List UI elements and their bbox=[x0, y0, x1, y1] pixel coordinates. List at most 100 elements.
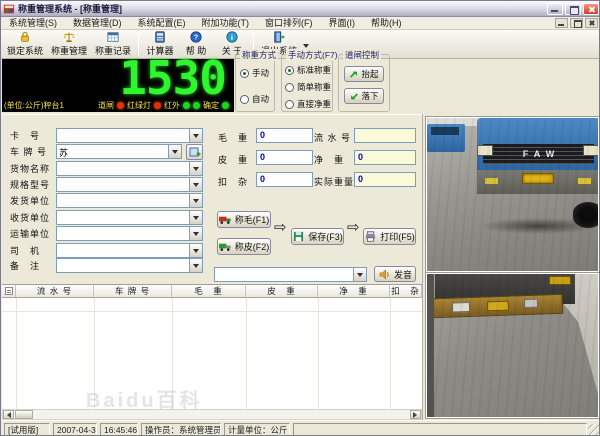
lock-system-button[interactable]: 锁定系统 bbox=[3, 30, 47, 58]
goods-name-combo[interactable] bbox=[56, 161, 203, 176]
tare-weight-label: 皮 重 bbox=[218, 155, 249, 165]
scale-icon bbox=[63, 32, 75, 42]
plate-new-button[interactable] bbox=[186, 143, 203, 160]
transport-unit-combo[interactable] bbox=[56, 226, 203, 241]
driver-combo[interactable] bbox=[56, 243, 203, 258]
goods-name-field: 货物名称 bbox=[10, 161, 203, 176]
tare-weight-input[interactable]: 0 bbox=[256, 150, 313, 165]
column-deduct[interactable]: 扣 杂 bbox=[390, 285, 422, 298]
menu-item-window-arrange[interactable]: 窗口排列(F) bbox=[257, 17, 321, 30]
column-plate-no[interactable]: 车 牌 号 bbox=[94, 285, 172, 298]
mdi-close-button[interactable] bbox=[585, 18, 598, 28]
sender-unit-combo[interactable] bbox=[56, 193, 203, 208]
dropdown-icon[interactable] bbox=[189, 211, 202, 224]
column-gross[interactable]: 毛 重 bbox=[172, 285, 246, 298]
remark-field: 备 注 bbox=[10, 258, 203, 273]
dropdown-icon[interactable] bbox=[353, 268, 366, 281]
mdi-window-controls bbox=[553, 18, 599, 28]
speaker-icon bbox=[379, 268, 389, 280]
background-truck bbox=[427, 124, 465, 152]
dropdown-icon[interactable] bbox=[189, 129, 202, 142]
mdi-minimize-button[interactable] bbox=[555, 18, 568, 28]
scroll-thumb[interactable] bbox=[15, 410, 33, 419]
row-selector-header[interactable] bbox=[2, 285, 16, 298]
close-button[interactable] bbox=[583, 2, 599, 15]
dropdown-icon[interactable] bbox=[189, 162, 202, 175]
scroll-left-button[interactable] bbox=[3, 410, 14, 419]
manual-mode-group: 手动方式(F7) 标准称重 简单称重 直接净重 bbox=[281, 49, 340, 112]
camera-panel: FAW bbox=[422, 114, 599, 420]
resize-grip[interactable] bbox=[588, 424, 599, 435]
serial-no-input[interactable] bbox=[354, 128, 416, 143]
restore-button[interactable] bbox=[565, 2, 581, 15]
radio-direct-net[interactable]: 直接净重 bbox=[285, 98, 331, 110]
status-trial: [试用版] bbox=[4, 423, 50, 435]
weigh-gross-button[interactable]: 称毛(F1) bbox=[217, 211, 271, 228]
lower-arrow-icon bbox=[351, 92, 359, 99]
plate-no-combo[interactable]: 苏 bbox=[56, 144, 182, 159]
column-net[interactable]: 净 重 bbox=[318, 285, 390, 298]
gross-weight-input[interactable]: 0 bbox=[256, 128, 313, 143]
radio-simple-weigh[interactable]: 简单称重 bbox=[285, 81, 331, 93]
menu-item-system-management[interactable]: 系统管理(S) bbox=[1, 17, 65, 30]
column-serial-no[interactable]: 流 水 号 bbox=[16, 285, 94, 298]
radio-standard-weigh[interactable]: 标准称重 bbox=[285, 64, 331, 76]
camera-feed-bottom bbox=[425, 272, 599, 419]
column-tare[interactable]: 皮 重 bbox=[246, 285, 318, 298]
dropdown-icon[interactable] bbox=[189, 259, 202, 272]
weigh-manage-button[interactable]: 称重管理 bbox=[47, 30, 91, 58]
weigh-tare-button[interactable]: 称皮(F2) bbox=[217, 238, 271, 255]
dropdown-icon[interactable] bbox=[168, 145, 181, 158]
menu-item-extra-functions[interactable]: 附加功能(T) bbox=[194, 17, 258, 30]
status-date: 2007-04-30 bbox=[53, 423, 97, 435]
transport-unit-field: 运输单位 bbox=[10, 226, 203, 241]
deduct-weight-input[interactable]: 0 bbox=[256, 172, 313, 187]
menu-bar: 系统管理(S) 数据管理(D) 系统配置(E) 附加功能(T) 窗口排列(F) … bbox=[1, 17, 599, 30]
truck-grille: FAW bbox=[483, 144, 594, 164]
status-bar: [试用版] 2007-04-30 16:45:46 操作员：系统管理员 计量单位… bbox=[1, 420, 599, 435]
dropdown-icon[interactable] bbox=[189, 194, 202, 207]
h-scrollbar[interactable] bbox=[2, 409, 422, 420]
dropdown-icon[interactable] bbox=[189, 244, 202, 257]
dropdown-icon[interactable] bbox=[189, 178, 202, 191]
actual-weight-label: 实际重量 bbox=[314, 177, 355, 187]
menu-item-help[interactable]: 帮助(H) bbox=[363, 17, 410, 30]
receiver-unit-combo[interactable] bbox=[56, 210, 203, 225]
actual-weight-input[interactable]: 0 bbox=[354, 172, 416, 187]
menu-item-system-config[interactable]: 系统配置(E) bbox=[130, 17, 194, 30]
gate-lower-button[interactable]: 落下 bbox=[344, 88, 384, 104]
raise-arrow-icon bbox=[350, 71, 358, 78]
row-selector-icon bbox=[4, 287, 13, 295]
headlight-right bbox=[583, 145, 598, 156]
menu-item-interface[interactable]: 界面(I) bbox=[321, 17, 364, 30]
dropdown-icon[interactable] bbox=[189, 227, 202, 240]
printer-icon bbox=[366, 231, 376, 242]
announce-combo[interactable] bbox=[214, 267, 367, 282]
app-window: 称重管理系统 - [称重管理] 系统管理(S) 数据管理(D) 系统配置(E) … bbox=[0, 0, 600, 436]
net-weight-label: 净 重 bbox=[314, 155, 345, 165]
radio-manual[interactable]: 手动 bbox=[240, 67, 269, 79]
scroll-right-button[interactable] bbox=[410, 410, 421, 419]
indicator-gate-label: 道闸 bbox=[98, 100, 114, 110]
weight-display: 1530 (单位:公斤)秤台1 道闸 红绿灯 红外 确定 bbox=[2, 53, 234, 112]
spec-model-combo[interactable] bbox=[56, 177, 203, 192]
net-weight-input[interactable]: 0 bbox=[354, 150, 416, 165]
card-no-combo[interactable] bbox=[56, 128, 203, 143]
radio-auto[interactable]: 自动 bbox=[240, 93, 269, 105]
speak-button[interactable]: 发音 bbox=[374, 266, 416, 282]
status-empty-panel bbox=[293, 423, 587, 435]
status-operator: 操作员：系统管理员 bbox=[141, 423, 221, 435]
print-button[interactable]: 打印(F5) bbox=[363, 228, 416, 245]
minimize-button[interactable] bbox=[547, 2, 563, 15]
mdi-restore-button[interactable] bbox=[570, 18, 583, 28]
remark-combo[interactable] bbox=[56, 258, 203, 273]
receiver-unit-field: 收货单位 bbox=[10, 210, 203, 225]
gate-raise-button[interactable]: 抬起 bbox=[344, 66, 384, 82]
save-button[interactable]: 保存(F3) bbox=[291, 228, 344, 245]
plate-no-field: 车 牌 号 苏 bbox=[10, 143, 203, 160]
records-table: 流 水 号 车 牌 号 毛 重 皮 重 净 重 扣 杂 bbox=[2, 284, 422, 409]
menu-item-data-management[interactable]: 数据管理(D) bbox=[65, 17, 130, 30]
gross-weight-label: 毛 重 bbox=[218, 133, 249, 143]
scale-unit-label: (单位:公斤)秤台1 bbox=[4, 100, 64, 110]
weigh-form: 卡 号 车 牌 号 苏 货物名称 规格型号 发货单位 收货单位 运输单位 司 机… bbox=[2, 114, 422, 284]
